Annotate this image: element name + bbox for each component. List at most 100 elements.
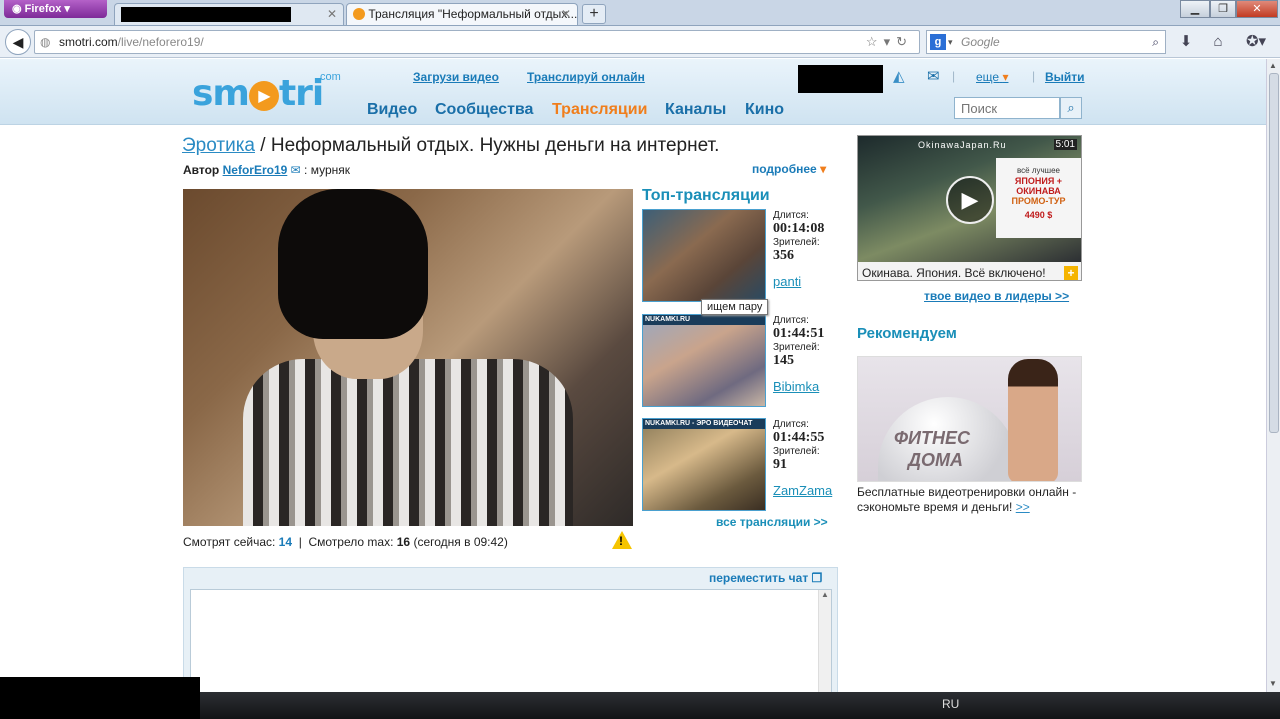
close-icon[interactable]: ✕ — [327, 4, 337, 24]
search-bar[interactable]: g ▾ Google ⌕ — [926, 30, 1166, 54]
video-frame-detail — [278, 189, 428, 339]
close-icon[interactable]: ✕ — [561, 4, 571, 24]
nav-movies[interactable]: Кино — [745, 101, 784, 119]
chevron-down-icon: ▾ — [820, 162, 827, 176]
download-icon[interactable]: ⬇ — [1176, 32, 1196, 52]
redacted-block — [121, 7, 291, 22]
category-link[interactable]: Эротика — [182, 135, 255, 156]
web-page: sm ▶ tri com Загрузи видео Транслируй онла… — [0, 59, 1266, 692]
redacted-user-block — [798, 65, 883, 93]
video-ad[interactable]: OkinawaJapan.Ru 5:01 всё лучшее ЯПОНИЯ +… — [857, 135, 1082, 281]
logo-text: tri — [278, 73, 324, 114]
scroll-thumb[interactable] — [1269, 73, 1279, 433]
details-link[interactable]: подробнее ▾ — [752, 162, 826, 176]
site-logo[interactable]: sm ▶ tri — [192, 73, 324, 114]
search-icon[interactable]: ⌕ — [1152, 31, 1159, 53]
recommend-banner[interactable]: ФИТНЕС ДОМА — [857, 356, 1082, 482]
stream-user-link[interactable]: Bibimka — [773, 379, 824, 394]
addons-icon[interactable]: ✪▾ — [1242, 32, 1270, 52]
max-count: 16 — [396, 535, 411, 549]
viewer-stats: Смотрят сейчас: 14 | Смотрело max: 16 (с… — [183, 535, 508, 549]
site-header: sm ▶ tri com Загрузи видео Транслируй онла… — [0, 59, 1266, 125]
taskbar — [200, 692, 1280, 719]
new-tab-button[interactable]: + — [582, 4, 606, 24]
ad-promo-panel: всё лучшее ЯПОНИЯ + ОКИНАВА ПРОМО-ТУР 44… — [996, 158, 1081, 238]
upload-video-link[interactable]: Загрузи видео — [413, 70, 499, 84]
stream-thumbnail[interactable]: NUKAMKI.RU - ЭРО ВИДЕОЧАТ — [642, 418, 766, 511]
window-icon: ❐ — [811, 571, 823, 585]
minimize-button[interactable]: ▁ — [1180, 0, 1210, 18]
recommend-more-link[interactable]: >> — [1016, 500, 1030, 514]
stream-user-link[interactable]: panti — [773, 274, 824, 289]
nav-video[interactable]: Видео — [367, 101, 417, 119]
search-button[interactable]: ⌕ — [1060, 97, 1082, 119]
promote-video-link[interactable]: твое видео в лидеры >> — [924, 289, 1069, 303]
video-frame-detail — [243, 359, 573, 526]
ad-caption: Окинава. Япония. Всё включено! — [862, 266, 1046, 280]
divider: | — [1032, 69, 1036, 83]
tab-redacted[interactable]: ✕ — [114, 3, 344, 25]
search-icon: ⌕ — [1067, 100, 1075, 115]
back-button[interactable]: ◀ — [5, 29, 31, 55]
chevron-down-icon: ▾ — [1002, 70, 1009, 84]
stream-info: Длится: 01:44:51 Зрителей: 145 Bibimka — [773, 315, 825, 394]
all-streams-link[interactable]: все трансляции >> — [716, 515, 828, 529]
firefox-menu-button[interactable]: ◉ Firefox ▾ — [4, 0, 107, 18]
logout-link[interactable]: Выйти — [1045, 70, 1085, 84]
author-link[interactable]: NeforEro19 — [223, 163, 288, 177]
mail-icon[interactable]: ✉ — [291, 163, 301, 177]
mail-icon[interactable]: ✉ — [927, 67, 940, 85]
banner-detail — [1008, 359, 1058, 481]
megaphone-icon[interactable]: ◭ — [893, 67, 905, 85]
recommend-title: Рекомендуем — [857, 325, 957, 342]
browser-tab-bar: ◉ Firefox ▾ ✕ Трансляция "Неформальный о… — [0, 0, 1280, 26]
google-icon[interactable]: g — [930, 34, 946, 50]
page-title: Эротика / Неформальный отдых. Нужны день… — [182, 135, 720, 156]
ad-duration: 5:01 — [1053, 139, 1077, 150]
page-scrollbar[interactable]: ▲ ▼ — [1266, 59, 1280, 692]
scroll-down-icon[interactable]: ▼ — [1269, 679, 1277, 688]
nav-communities[interactable]: Сообщества — [435, 101, 533, 119]
author-line: Автор NeforEro19 ✉ : мурняк — [183, 163, 351, 177]
video-player[interactable] — [183, 189, 633, 526]
chevron-down-icon[interactable]: ▾ — [948, 31, 953, 53]
bookmark-star-icon[interactable]: ☆▾↻ — [866, 31, 913, 53]
ad-thumbnail[interactable]: OkinawaJapan.Ru 5:01 всё лучшее ЯПОНИЯ +… — [858, 136, 1081, 262]
play-icon: ▶ — [248, 81, 279, 111]
stream-thumbnail[interactable]: NUKAMKI.RU — [642, 314, 766, 407]
url-bar[interactable]: ◍ smotri.com/live/neforero19/ ☆▾↻ — [34, 30, 920, 54]
logo-com: com — [320, 71, 341, 83]
language-indicator[interactable]: RU — [942, 697, 959, 711]
home-icon[interactable]: ⌂ — [1208, 32, 1228, 52]
stream-info: Длится: 00:14:08 Зрителей: 356 panti — [773, 210, 825, 289]
redacted-block — [0, 677, 200, 719]
smotri-favicon-icon — [353, 8, 365, 20]
nav-streams[interactable]: Трансляции — [552, 101, 647, 119]
add-icon[interactable]: + — [1064, 266, 1078, 280]
maximize-button[interactable]: ❐ — [1210, 0, 1236, 18]
nav-channels[interactable]: Каналы — [665, 101, 726, 119]
stream-user-link[interactable]: ZamZama — [773, 483, 832, 498]
divider: | — [952, 69, 956, 83]
globe-icon: ◍ — [40, 35, 51, 49]
browser-nav-bar: ◀ ◍ smotri.com/live/neforero19/ ☆▾↻ g ▾ … — [0, 26, 1280, 58]
mask-icon: ◉ — [12, 3, 25, 15]
watching-count: 14 — [278, 535, 293, 549]
stream-thumbnail[interactable] — [642, 209, 766, 302]
site-search-input[interactable] — [954, 97, 1060, 119]
stream-info: Длится: 01:44:55 Зрителей: 91 ZamZama — [773, 419, 833, 498]
play-icon[interactable]: ▶ — [946, 176, 994, 224]
tooltip: ищем пару — [701, 299, 769, 315]
close-window-button[interactable]: ✕ — [1236, 0, 1278, 18]
chat-area[interactable] — [190, 589, 832, 692]
recommend-description: Бесплатные видеотренировки онлайн - сэко… — [857, 485, 1077, 514]
tab-active[interactable]: Трансляция "Неформальный отдых... ✕ — [346, 3, 578, 25]
warning-mark: ! — [619, 534, 623, 548]
banner-text: ФИТНЕС ДОМА — [894, 428, 970, 470]
more-menu-link[interactable]: еще ▾ — [976, 70, 1008, 84]
scroll-up-icon[interactable]: ▲ — [1269, 61, 1277, 70]
stream-online-link[interactable]: Транслируй онлайн — [527, 70, 645, 84]
top-streams-title: Топ-трансляции — [642, 187, 770, 204]
move-chat-link[interactable]: переместить чат ❐ — [709, 571, 822, 585]
chat-scrollbar[interactable]: ▲ — [818, 590, 831, 692]
